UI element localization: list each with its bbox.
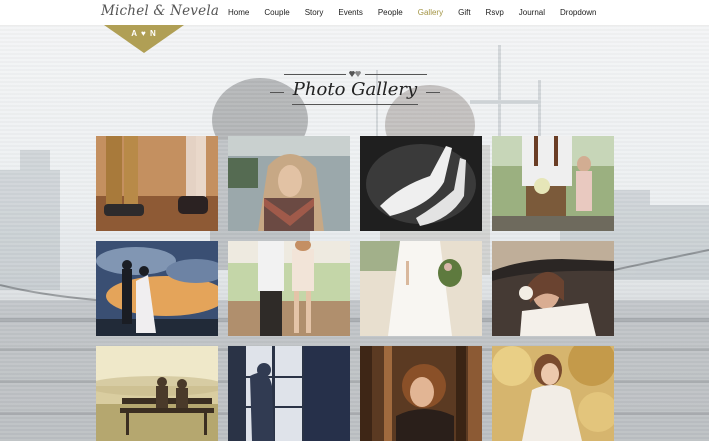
nav-gift[interactable]: Gift: [451, 0, 478, 25]
gallery-item-woman-forest[interactable]: [360, 346, 482, 441]
title-bottom-line: [270, 92, 284, 93]
nav-journal[interactable]: Journal: [511, 0, 552, 25]
site-logo[interactable]: Michel & Nevela: [101, 3, 219, 19]
title-top-line: [284, 74, 346, 75]
gallery-item-bride-car[interactable]: [492, 241, 614, 336]
couple-bouquet-railway-photo: [492, 136, 614, 231]
couple-bench-sunset-photo: [96, 346, 218, 441]
page-title: Photo Gallery: [292, 79, 418, 100]
main-nav: Home Couple Story Events People Gallery …: [220, 0, 604, 25]
couple-window-photo: [228, 346, 350, 441]
nav-home[interactable]: Home: [220, 0, 256, 25]
nav-people[interactable]: People: [370, 0, 410, 25]
woman-forest-photo: [360, 346, 482, 441]
bride-autumn-photo: [492, 346, 614, 441]
silhouette-couple-sky-photo: [96, 241, 218, 336]
nav-gallery[interactable]: Gallery: [410, 0, 450, 25]
nav-story[interactable]: Story: [297, 0, 331, 25]
gallery-item-bride-autumn[interactable]: [492, 346, 614, 441]
gallery-item-couple-walking[interactable]: [228, 241, 350, 336]
woman-scarf-photo: [228, 136, 350, 231]
gallery-item-silhouette-couple[interactable]: [96, 241, 218, 336]
site-header: Michel & Nevela Home Couple Story Events…: [0, 0, 709, 26]
title-underline: [292, 104, 418, 105]
legs-shoes-photo: [96, 136, 218, 231]
gallery-item-couple-bench[interactable]: [96, 346, 218, 441]
gallery-item-couple-bouquet[interactable]: [492, 136, 614, 231]
title-top-line: [365, 74, 427, 75]
gallery-item-white-heels[interactable]: [360, 136, 482, 231]
bride-beach-photo: [360, 241, 482, 336]
nav-dropdown[interactable]: Dropdown: [553, 0, 604, 25]
couple-walking-road-photo: [228, 241, 350, 336]
badge-monogram: A ♥ N: [131, 29, 157, 38]
nav-rsvp[interactable]: Rsvp: [478, 0, 511, 25]
gallery-title-block: Photo Gallery: [270, 68, 440, 108]
hearts-icon: [349, 71, 361, 77]
monogram-badge: A ♥ N: [104, 25, 184, 53]
gallery-item-bride-beach[interactable]: [360, 241, 482, 336]
nav-events[interactable]: Events: [331, 0, 370, 25]
gallery-item-woman-scarf[interactable]: [228, 136, 350, 231]
gallery-item-couple-window[interactable]: [228, 346, 350, 441]
title-bottom-line: [426, 92, 440, 93]
bride-in-car-photo: [492, 241, 614, 336]
gallery-item-legs-shoes[interactable]: [96, 136, 218, 231]
white-heels-photo: [360, 136, 482, 231]
nav-couple[interactable]: Couple: [257, 0, 297, 25]
